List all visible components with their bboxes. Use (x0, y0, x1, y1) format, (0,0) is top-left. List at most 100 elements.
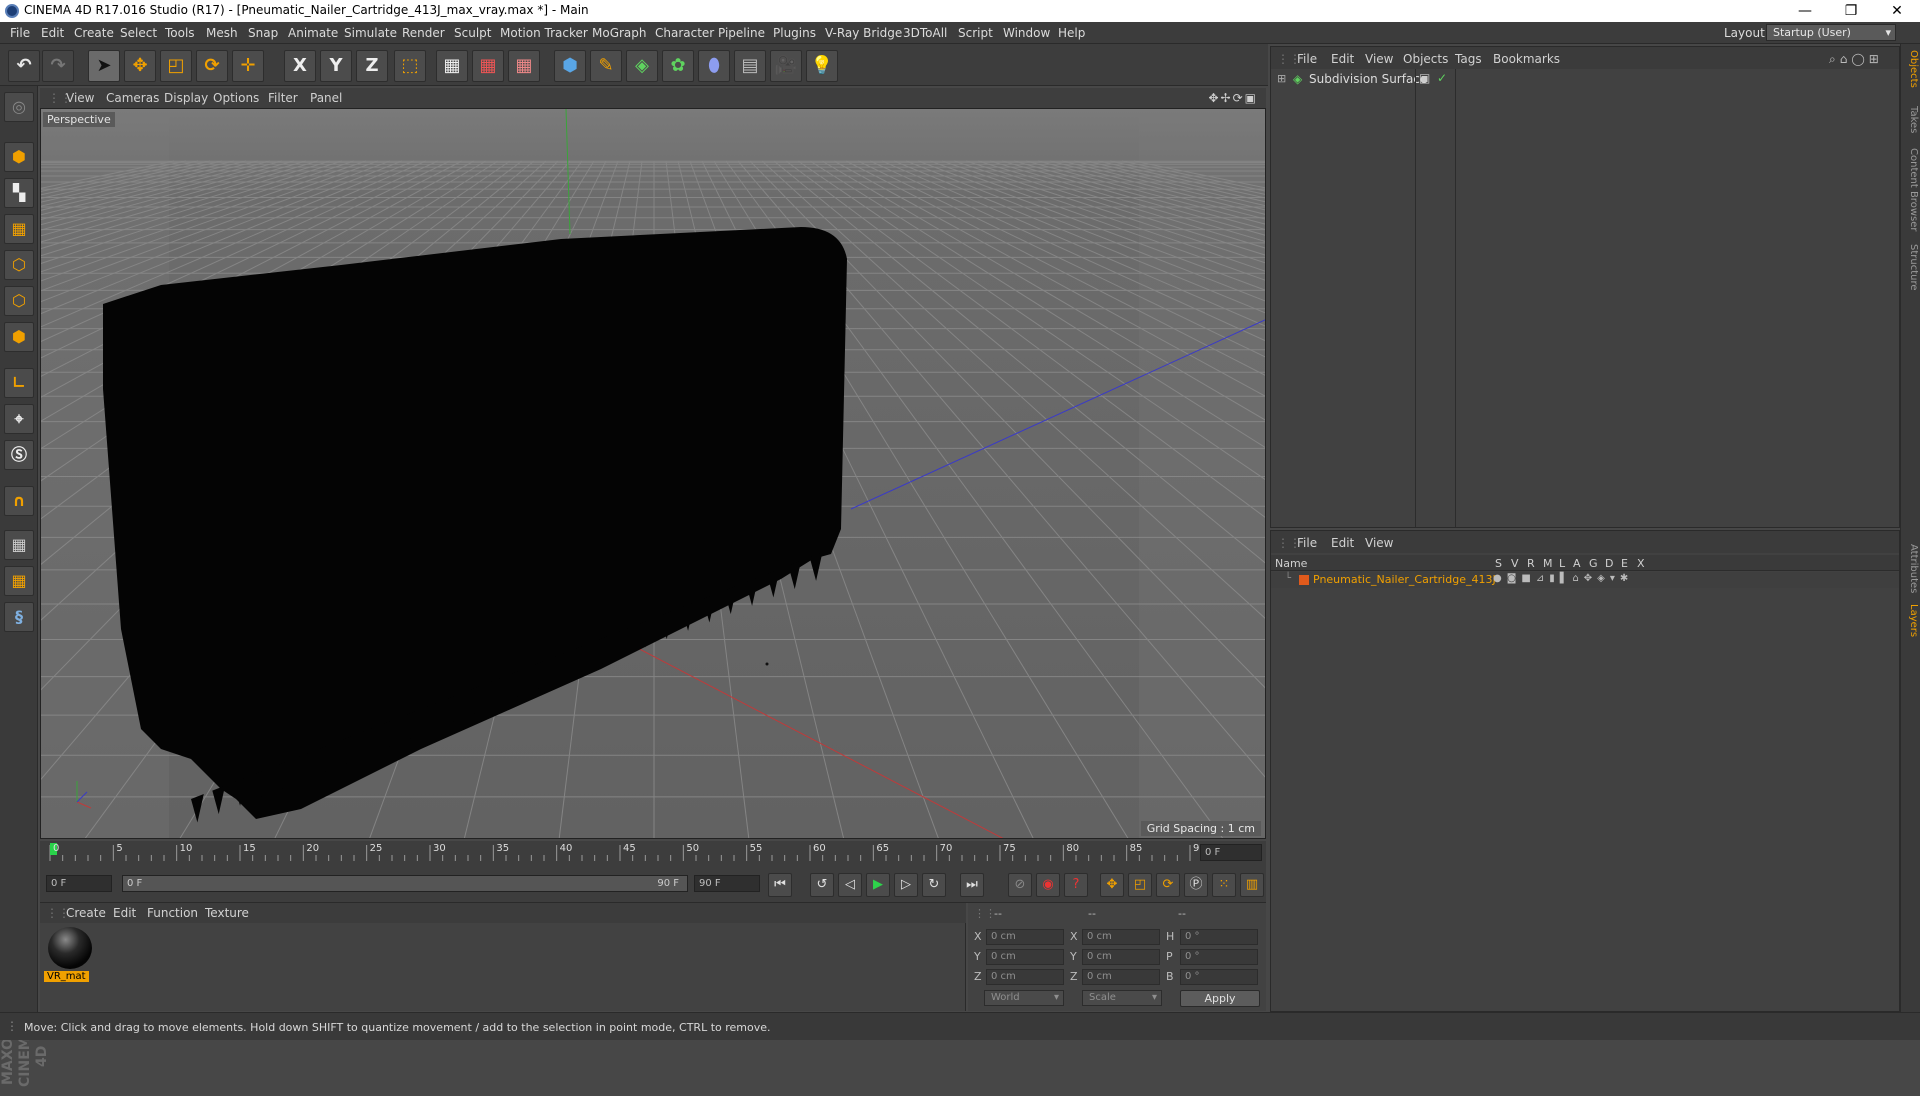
previous-key-button[interactable]: ↺ (810, 873, 834, 897)
apply-button[interactable]: Apply (1180, 990, 1260, 1007)
tab-objects[interactable]: Objects (1903, 50, 1919, 88)
position-y-field[interactable]: 0 cm (986, 949, 1064, 965)
rotation-b-field[interactable]: 0 ° (1180, 969, 1258, 985)
material-menu-function[interactable]: Function (147, 906, 198, 920)
material-name[interactable]: VR_mat (44, 971, 89, 982)
minimize-button[interactable]: — (1782, 0, 1828, 22)
viewport-menu-display[interactable]: Display (164, 91, 208, 105)
record-active-button[interactable]: ◉ (1036, 873, 1060, 897)
viewport-menu-filter[interactable]: Filter (268, 91, 298, 105)
start-frame-field[interactable]: 0 F (46, 875, 112, 892)
rotate-tool-button[interactable]: ⟳ (196, 50, 228, 82)
restore-button[interactable]: ❐ (1828, 0, 1874, 22)
menu-render[interactable]: Render (402, 26, 445, 40)
tweak-mode-button[interactable]: ⌖ (4, 404, 34, 434)
checkmark-icon[interactable]: ✓ (1437, 71, 1447, 85)
x-axis-button[interactable]: X (284, 50, 316, 82)
viewport-menu-options[interactable]: Options (213, 91, 259, 105)
texture-mode-button[interactable]: ▚ (4, 178, 34, 208)
y-axis-button[interactable]: Y (320, 50, 352, 82)
workplane-lock-button[interactable]: ▦ (4, 530, 34, 560)
size-x-field[interactable]: 0 cm (1082, 929, 1160, 945)
menu-vray-bridge[interactable]: V-Ray Bridge (825, 26, 902, 40)
key-parameter-button[interactable]: Ⓟ (1184, 873, 1208, 897)
layout-select[interactable]: Startup (User) ▾ (1766, 24, 1896, 41)
layer-toggle-icons[interactable]: ●◙■⊿▮▌⌂✥◈▾✱ (1493, 573, 1633, 584)
camera-button[interactable]: 🎥 (770, 50, 802, 82)
position-z-field[interactable]: 0 cm (986, 969, 1064, 985)
size-z-field[interactable]: 0 cm (1082, 969, 1160, 985)
close-button[interactable]: ✕ (1874, 0, 1920, 22)
redo-button[interactable]: ↷ (42, 50, 74, 82)
layer-menu-edit[interactable]: Edit (1331, 536, 1354, 550)
move-tool-button[interactable]: ✥ (124, 50, 156, 82)
menu-edit[interactable]: Edit (41, 26, 64, 40)
layer-name[interactable]: Pneumatic_Nailer_Cartridge_413J (1313, 573, 1496, 586)
layer-row[interactable]: └ Pneumatic_Nailer_Cartridge_413J ●◙■⊿▮▌… (1271, 572, 1899, 588)
snap-button[interactable]: Ⓢ (4, 440, 34, 470)
tab-attributes[interactable]: Attributes (1903, 544, 1919, 593)
menu-help[interactable]: Help (1058, 26, 1085, 40)
object-menu-objects[interactable]: Objects (1403, 52, 1448, 66)
material-menu-edit[interactable]: Edit (113, 906, 136, 920)
next-frame-button[interactable]: ▷ (894, 873, 918, 897)
pen-spline-button[interactable]: ✎ (590, 50, 622, 82)
last-tool-button[interactable]: ✛ (232, 50, 264, 82)
workplane-rotate-button[interactable]: ▦ (4, 566, 34, 596)
magnet-button[interactable]: ∩ (4, 486, 34, 516)
play-button[interactable]: ▶ (866, 873, 890, 897)
polygons-mode-button[interactable]: ⬢ (4, 322, 34, 352)
scale-tool-button[interactable]: ◰ (160, 50, 192, 82)
menu-pipeline[interactable]: Pipeline (718, 26, 765, 40)
expand-icon[interactable]: ⊞ (1277, 72, 1286, 85)
coordinate-system-button[interactable]: ⬚ (394, 50, 426, 82)
viewport-menu-view[interactable]: View (66, 91, 94, 105)
key-scale-button[interactable]: ◰ (1128, 873, 1152, 897)
points-mode-button[interactable]: ⬡ (4, 250, 34, 280)
menu-file[interactable]: File (10, 26, 30, 40)
viewport-menu-cameras[interactable]: Cameras (106, 91, 159, 105)
coordinate-space-select[interactable]: World ▾ (984, 990, 1064, 1006)
render-settings-button[interactable]: ▦ (508, 50, 540, 82)
select-tool-button[interactable]: ➤ (88, 50, 120, 82)
menu-simulate[interactable]: Simulate (344, 26, 397, 40)
render-view-button[interactable]: ▦ (436, 50, 468, 82)
workplane-mode-button[interactable]: ▦ (4, 214, 34, 244)
array-button[interactable]: ✿ (662, 50, 694, 82)
object-menu-file[interactable]: File (1297, 52, 1317, 66)
menu-script[interactable]: Script (958, 26, 993, 40)
tab-content-browser[interactable]: Content Browser (1903, 148, 1919, 231)
render-picture-viewer-button[interactable]: ▦ (472, 50, 504, 82)
object-toolbar-icons[interactable]: ⌕⌂◯⊞ (1829, 52, 1883, 67)
axis-mode-button[interactable]: ∟ (4, 368, 34, 398)
menu-animate[interactable]: Animate (288, 26, 338, 40)
menu-tools[interactable]: Tools (165, 26, 195, 40)
timeline-window-button[interactable]: ▥ (1240, 873, 1264, 897)
object-menu-view[interactable]: View (1365, 52, 1393, 66)
layer-menu-file[interactable]: File (1297, 536, 1317, 550)
current-frame-field[interactable]: 0 F (1200, 844, 1262, 861)
next-key-button[interactable]: ↻ (922, 873, 946, 897)
end-frame-field[interactable]: 90 F (694, 875, 760, 892)
timeline-ruler[interactable]: 0 5 10 15 20 25 30 35 40 45 50 55 60 65 … (40, 841, 1266, 865)
cube-object-button[interactable]: ⬢ (554, 50, 586, 82)
floor-button[interactable]: ▤ (734, 50, 766, 82)
menu-character[interactable]: Character (655, 26, 714, 40)
perspective-viewport[interactable]: Perspective Grid Spacing : 1 cm (40, 108, 1266, 839)
menu-snap[interactable]: Snap (248, 26, 278, 40)
go-to-end-button[interactable]: ⏭ (960, 873, 984, 897)
object-menu-tags[interactable]: Tags (1455, 52, 1482, 66)
frame-range-slider[interactable]: 0 F 90 F (122, 875, 688, 892)
z-axis-button[interactable]: Z (356, 50, 388, 82)
layer-color-swatch[interactable] (1299, 575, 1309, 585)
viewport-navigation-icons[interactable]: ✥✢⟳▣ (1208, 91, 1258, 105)
position-x-field[interactable]: 0 cm (986, 929, 1064, 945)
tab-layers[interactable]: Layers (1903, 604, 1919, 637)
tab-structure[interactable]: Structure (1903, 244, 1919, 291)
size-mode-select[interactable]: Scale ▾ (1082, 990, 1162, 1006)
python-button[interactable]: § (4, 602, 34, 632)
size-y-field[interactable]: 0 cm (1082, 949, 1160, 965)
material-menu-texture[interactable]: Texture (205, 906, 249, 920)
key-pla-button[interactable]: ⁙ (1212, 873, 1236, 897)
key-position-button[interactable]: ✥ (1100, 873, 1124, 897)
